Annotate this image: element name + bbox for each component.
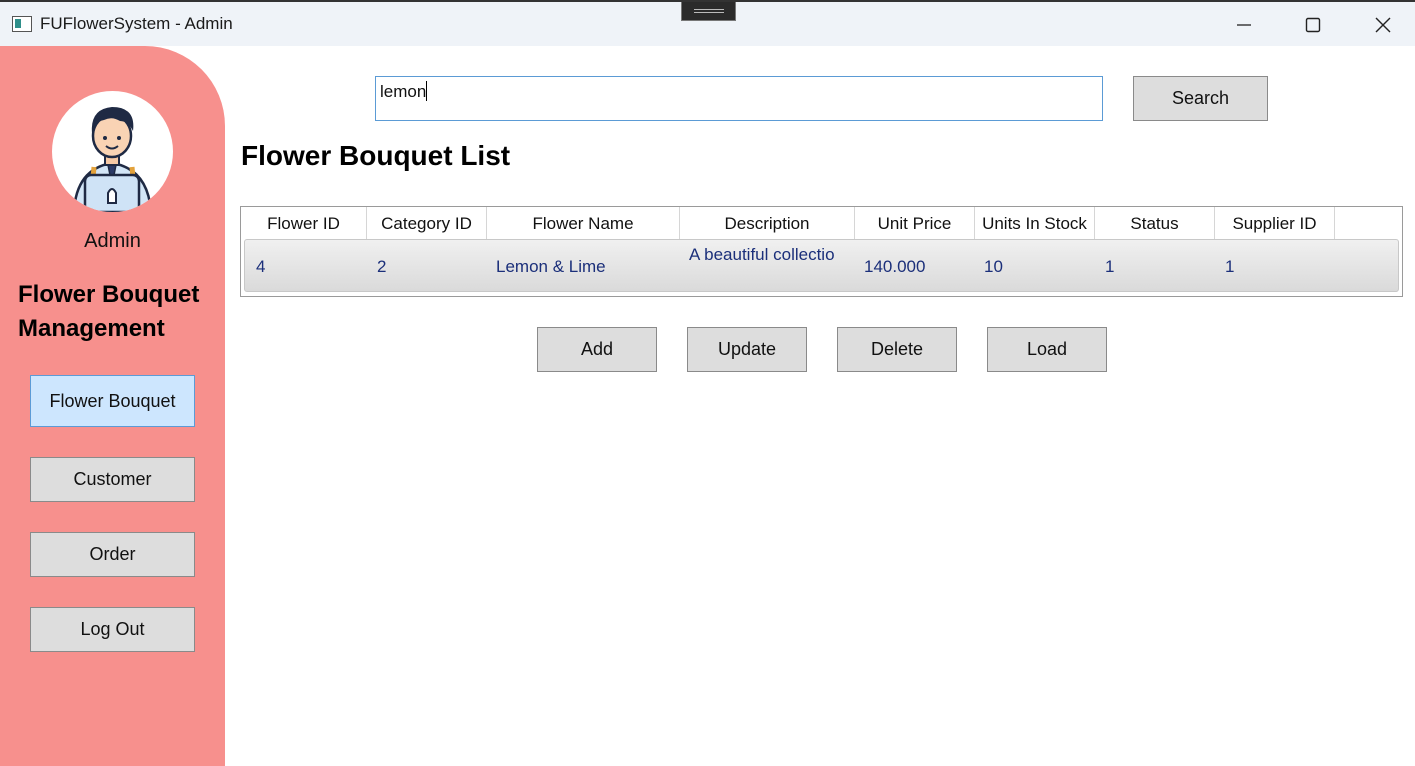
search-input[interactable]: lemon bbox=[375, 76, 1103, 121]
column-header-unit-price[interactable]: Unit Price bbox=[855, 207, 975, 239]
table-header: Flower ID Category ID Flower Name Descri… bbox=[241, 207, 1402, 239]
admin-avatar-icon bbox=[72, 107, 153, 212]
close-button[interactable] bbox=[1353, 6, 1413, 44]
column-header-units-in-stock[interactable]: Units In Stock bbox=[975, 207, 1095, 239]
sidebar-item-flower-bouquet[interactable]: Flower Bouquet bbox=[30, 375, 195, 427]
delete-button[interactable]: Delete bbox=[837, 327, 957, 372]
app-icon bbox=[12, 16, 32, 32]
cell-unit-price: 140.000 bbox=[864, 257, 926, 276]
sidebar: Admin Flower Bouquet Management Flower B… bbox=[0, 46, 225, 766]
cell-description: A beautiful collectio bbox=[689, 245, 835, 264]
cell-supplier-id: 1 bbox=[1225, 257, 1235, 276]
snap-grip-icon[interactable] bbox=[681, 2, 736, 21]
title-bar[interactable]: FUFlowerSystem - Admin bbox=[0, 0, 1415, 46]
minimize-button[interactable] bbox=[1214, 6, 1274, 44]
column-header-flower-id[interactable]: Flower ID bbox=[241, 207, 367, 239]
minimize-icon bbox=[1237, 24, 1251, 26]
update-button[interactable]: Update bbox=[687, 327, 807, 372]
sidebar-item-order[interactable]: Order bbox=[30, 532, 195, 577]
sidebar-item-log-out[interactable]: Log Out bbox=[30, 607, 195, 652]
app-window: FUFlowerSystem - Admin Admin Flower Bouq… bbox=[0, 0, 1415, 766]
sidebar-item-customer[interactable]: Customer bbox=[30, 457, 195, 502]
search-button[interactable]: Search bbox=[1133, 76, 1268, 121]
maximize-button[interactable] bbox=[1283, 6, 1343, 44]
cell-status: 1 bbox=[1105, 257, 1115, 276]
maximize-icon bbox=[1305, 17, 1321, 33]
close-icon bbox=[1375, 17, 1391, 33]
window-title: FUFlowerSystem - Admin bbox=[40, 14, 233, 33]
search-input-value: lemon bbox=[380, 82, 427, 101]
column-header-supplier-id[interactable]: Supplier ID bbox=[1215, 207, 1335, 239]
cell-category-id: 2 bbox=[377, 257, 387, 276]
column-header-status[interactable]: Status bbox=[1095, 207, 1215, 239]
column-header-description[interactable]: Description bbox=[680, 207, 855, 239]
cell-flower-name: Lemon & Lime bbox=[496, 257, 606, 276]
user-name-label: Admin bbox=[84, 230, 141, 252]
cell-flower-id: 4 bbox=[256, 257, 266, 276]
column-header-flower-name[interactable]: Flower Name bbox=[487, 207, 680, 239]
avatar bbox=[52, 91, 173, 212]
section-title: Flower Bouquet Management bbox=[18, 281, 200, 342]
load-button[interactable]: Load bbox=[987, 327, 1107, 372]
table-row[interactable]: 4 2 Lemon & Lime A beautiful collectio 1… bbox=[244, 239, 1399, 292]
add-button[interactable]: Add bbox=[537, 327, 657, 372]
flower-bouquet-table[interactable]: Flower ID Category ID Flower Name Descri… bbox=[240, 206, 1403, 297]
text-caret bbox=[426, 81, 428, 101]
cell-units-in-stock: 10 bbox=[984, 257, 1003, 276]
page-title: Flower Bouquet List bbox=[241, 140, 511, 171]
column-header-category-id[interactable]: Category ID bbox=[367, 207, 487, 239]
